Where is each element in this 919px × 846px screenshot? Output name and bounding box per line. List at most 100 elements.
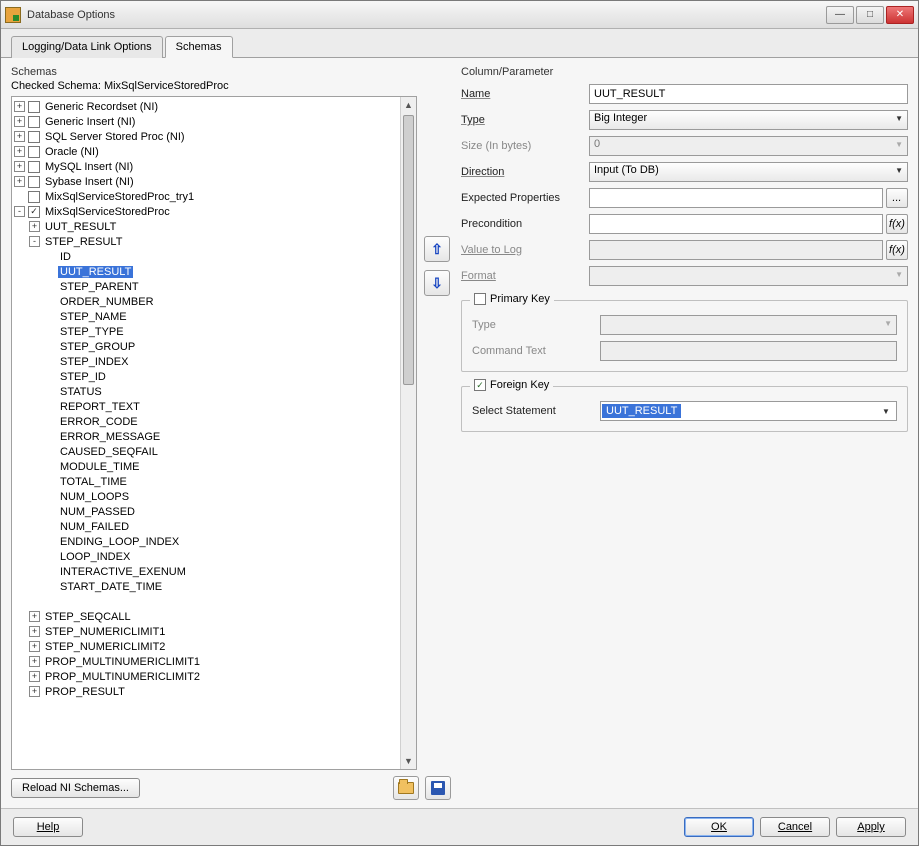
tree-node[interactable]: STEP_PARENT	[14, 279, 398, 294]
tree-checkbox[interactable]	[28, 191, 40, 203]
tree-node[interactable]: LOOP_INDEX	[14, 549, 398, 564]
foreign-key-legend[interactable]: Foreign Key	[470, 379, 553, 391]
tree-node[interactable]	[14, 594, 398, 609]
help-button[interactable]: Help	[13, 817, 83, 837]
tree-node[interactable]: STEP_INDEX	[14, 354, 398, 369]
tree-node[interactable]: STEP_GROUP	[14, 339, 398, 354]
reload-ni-schemas-button[interactable]: Reload NI Schemas...	[11, 778, 140, 798]
tree-checkbox[interactable]	[28, 101, 40, 113]
tree-node[interactable]: ID	[14, 249, 398, 264]
tree-node[interactable]: +PROP_MULTINUMERICLIMIT1	[14, 654, 398, 669]
tree-node[interactable]: INTERACTIVE_EXENUM	[14, 564, 398, 579]
expand-icon[interactable]: +	[14, 161, 25, 172]
tree-node-label[interactable]: MixSqlServiceStoredProc	[43, 206, 172, 218]
tree-node[interactable]: TOTAL_TIME	[14, 474, 398, 489]
tree-node[interactable]: + Sybase Insert (NI)	[14, 174, 398, 189]
tree-node[interactable]: + Oracle (NI)	[14, 144, 398, 159]
expand-icon[interactable]: +	[29, 671, 40, 682]
tree-node-label[interactable]: Generic Recordset (NI)	[43, 101, 160, 113]
ok-button[interactable]: OK	[684, 817, 754, 837]
tree-node[interactable]: NUM_LOOPS	[14, 489, 398, 504]
tree-node[interactable]: ERROR_CODE	[14, 414, 398, 429]
expand-icon[interactable]: +	[29, 656, 40, 667]
expand-icon[interactable]: +	[29, 686, 40, 697]
tree-checkbox[interactable]	[28, 116, 40, 128]
tree-node[interactable]: ENDING_LOOP_INDEX	[14, 534, 398, 549]
tree-node-label[interactable]: ERROR_MESSAGE	[58, 431, 162, 443]
tree-node-label[interactable]: STEP_TYPE	[58, 326, 126, 338]
primary-key-checkbox[interactable]	[474, 293, 486, 305]
select-type[interactable]: Big Integer ▼	[589, 110, 908, 130]
tree-node-label[interactable]: PROP_RESULT	[43, 686, 127, 698]
tree-node[interactable]: STEP_ID	[14, 369, 398, 384]
tree-node-label[interactable]: STEP_NUMERICLIMIT2	[43, 641, 167, 653]
tree-node[interactable]: +PROP_MULTINUMERICLIMIT2	[14, 669, 398, 684]
tree-node[interactable]: +STEP_NUMERICLIMIT1	[14, 624, 398, 639]
expand-icon[interactable]: +	[29, 641, 40, 652]
save-button[interactable]	[425, 776, 451, 800]
tree-node-label[interactable]: ERROR_CODE	[58, 416, 140, 428]
expand-icon[interactable]: +	[14, 101, 25, 112]
tree-node-label[interactable]: CAUSED_SEQFAIL	[58, 446, 160, 458]
tree-node[interactable]: -STEP_RESULT	[14, 234, 398, 249]
tree-scrollbar[interactable]: ▲ ▼	[400, 97, 416, 769]
tree-node-label[interactable]: LOOP_INDEX	[58, 551, 132, 563]
tree-node-label[interactable]: INTERACTIVE_EXENUM	[58, 566, 188, 578]
tree-node-label[interactable]: MixSqlServiceStoredProc_try1	[43, 191, 196, 203]
tree-node-label[interactable]: PROP_MULTINUMERICLIMIT1	[43, 656, 202, 668]
tree-node[interactable]: STEP_NAME	[14, 309, 398, 324]
tree-node-label[interactable]: MODULE_TIME	[58, 461, 141, 473]
tree-node[interactable]: ERROR_MESSAGE	[14, 429, 398, 444]
expand-icon[interactable]: +	[14, 131, 25, 142]
tree-node[interactable]: START_DATE_TIME	[14, 579, 398, 594]
tree-node[interactable]: +PROP_RESULT	[14, 684, 398, 699]
tree-node-label[interactable]: SQL Server Stored Proc (NI)	[43, 131, 187, 143]
foreign-key-checkbox[interactable]	[474, 379, 486, 391]
tree-node[interactable]: +Generic Insert (NI)	[14, 114, 398, 129]
tree-node[interactable]: NUM_PASSED	[14, 504, 398, 519]
tree-node-label[interactable]: ID	[58, 251, 73, 263]
tree-node[interactable]: + MySQL Insert (NI)	[14, 159, 398, 174]
tree-node-label[interactable]: ENDING_LOOP_INDEX	[58, 536, 181, 548]
tree-node-label[interactable]: MySQL Insert (NI)	[43, 161, 135, 173]
tree-node-label[interactable]: NUM_FAILED	[58, 521, 131, 533]
tree-node[interactable]: + Generic Recordset (NI)	[14, 99, 398, 114]
expand-icon[interactable]: +	[14, 176, 25, 187]
close-button[interactable]: ✕	[886, 6, 914, 24]
tree-node-label[interactable]: ORDER_NUMBER	[58, 296, 156, 308]
tree-node-label[interactable]: Oracle (NI)	[43, 146, 101, 158]
tree-node[interactable]: + SQL Server Stored Proc (NI)	[14, 129, 398, 144]
scroll-up-icon[interactable]: ▲	[401, 97, 416, 113]
tree-node-label[interactable]: Sybase Insert (NI)	[43, 176, 136, 188]
tree-node-label[interactable]: STEP_GROUP	[58, 341, 137, 353]
tree-node-label[interactable]: Generic Insert (NI)	[43, 116, 137, 128]
tree-node-label[interactable]: TOTAL_TIME	[58, 476, 129, 488]
tree-node[interactable]: UUT_RESULT	[14, 264, 398, 279]
tree-node[interactable]: +UUT_RESULT	[14, 219, 398, 234]
expand-icon[interactable]: +	[14, 146, 25, 157]
tree-node-label[interactable]: START_DATE_TIME	[58, 581, 164, 593]
tree-checkbox[interactable]	[28, 176, 40, 188]
tree-node-label[interactable]: STEP_NAME	[58, 311, 129, 323]
tab-schemas[interactable]: Schemas	[165, 36, 233, 58]
minimize-button[interactable]: —	[826, 6, 854, 24]
select-direction[interactable]: Input (To DB) ▼	[589, 162, 908, 182]
tree-node-label[interactable]: STEP_PARENT	[58, 281, 141, 293]
tree-node[interactable]: REPORT_TEXT	[14, 399, 398, 414]
expand-icon[interactable]: +	[29, 611, 40, 622]
move-up-button[interactable]: ⇧	[424, 236, 450, 262]
tree-node-label[interactable]: STEP_INDEX	[58, 356, 130, 368]
tree-node[interactable]: +STEP_NUMERICLIMIT2	[14, 639, 398, 654]
scroll-down-icon[interactable]: ▼	[401, 753, 416, 769]
schema-tree[interactable]: +Generic Recordset (NI)+Generic Insert (…	[12, 97, 400, 769]
maximize-button[interactable]: □	[856, 6, 884, 24]
tree-node[interactable]: MixSqlServiceStoredProc_try1	[14, 189, 398, 204]
select-fk-statement[interactable]: UUT_RESULT ▼	[600, 401, 897, 421]
input-name[interactable]	[589, 84, 908, 104]
tree-node-label[interactable]: UUT_RESULT	[58, 266, 133, 278]
primary-key-legend[interactable]: Primary Key	[470, 293, 554, 305]
value-to-log-fx-button[interactable]: f(x)	[886, 240, 908, 260]
tab-logging[interactable]: Logging/Data Link Options	[11, 36, 163, 58]
tree-node-label[interactable]: STEP_RESULT	[43, 236, 124, 248]
expand-icon[interactable]: +	[29, 626, 40, 637]
